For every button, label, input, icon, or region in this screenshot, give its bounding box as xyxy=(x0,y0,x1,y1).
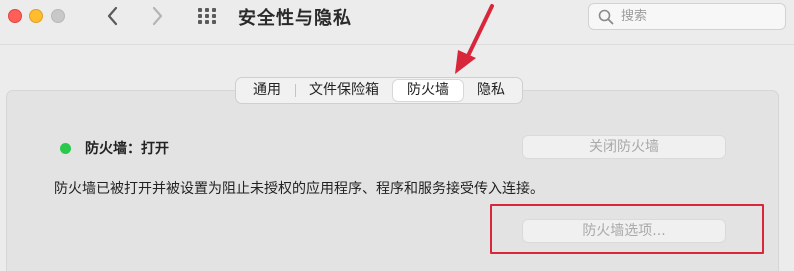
magnifier-icon xyxy=(598,9,614,25)
window-toolbar: 安全性与隐私 xyxy=(0,0,794,34)
turn-off-firewall-button[interactable]: 关闭防火墙 xyxy=(522,135,726,159)
minimize-button[interactable] xyxy=(29,9,43,23)
tab-privacy[interactable]: 隐私 xyxy=(463,80,519,101)
search-input[interactable] xyxy=(621,7,771,26)
show-all-button[interactable] xyxy=(196,6,220,26)
firewall-status-label: 防火墙：打开 xyxy=(85,141,169,157)
forward-button[interactable] xyxy=(144,3,170,29)
toolbar-divider xyxy=(0,44,794,45)
back-button[interactable] xyxy=(100,3,126,29)
tab-general[interactable]: 通用 xyxy=(239,80,296,101)
status-indicator xyxy=(60,143,71,154)
chevron-right-icon xyxy=(152,6,163,26)
search-field[interactable] xyxy=(588,3,786,30)
zoom-button[interactable] xyxy=(51,9,65,23)
window-title: 安全性与隐私 xyxy=(238,8,352,29)
tab-firewall[interactable]: 防火墙 xyxy=(393,80,463,101)
annotation-arrow-icon xyxy=(455,4,494,74)
annotation-highlight-box xyxy=(490,204,764,254)
chevron-left-icon xyxy=(107,6,118,26)
close-button[interactable] xyxy=(8,9,22,23)
firewall-description: 防火墙已被打开并被设置为阻止未授权的应用程序、程序和服务接受传入连接。 xyxy=(54,181,544,197)
grid-icon xyxy=(198,8,216,24)
tab-bar: 通用 文件保险箱 防火墙 隐私 xyxy=(235,77,523,104)
tab-filevault[interactable]: 文件保险箱 xyxy=(295,80,393,101)
